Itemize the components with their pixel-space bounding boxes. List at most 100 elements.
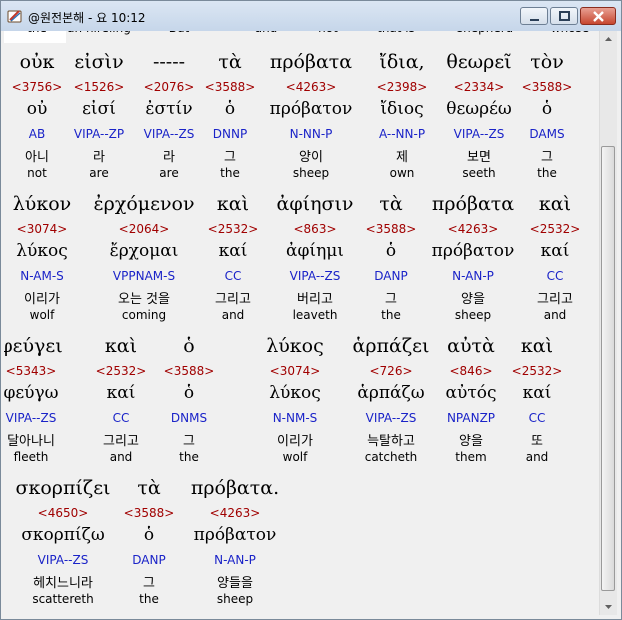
greek-word[interactable]: φεύγει bbox=[4, 335, 63, 357]
lemma: πρόβατον bbox=[431, 241, 515, 261]
parsing-code: VPPNAM-S bbox=[112, 269, 176, 283]
greek-word[interactable]: οὐκ bbox=[20, 51, 55, 73]
greek-word[interactable]: εἰσὶν bbox=[74, 51, 123, 73]
strong-number[interactable]: <1526> bbox=[74, 80, 125, 94]
korean-gloss: 양을 bbox=[461, 292, 485, 307]
scroll-down-button[interactable] bbox=[600, 598, 617, 615]
strong-number[interactable]: <2532> bbox=[530, 222, 581, 236]
greek-word[interactable]: πρόβατα bbox=[432, 193, 514, 215]
greek-word[interactable]: ἁρπάζει bbox=[353, 335, 430, 357]
strong-number[interactable]: <5343> bbox=[6, 364, 57, 378]
strong-number[interactable]: <3588> bbox=[205, 80, 256, 94]
greek-word[interactable]: πρόβατα. bbox=[191, 477, 279, 499]
lemma: καί bbox=[106, 383, 136, 403]
strong-number[interactable]: <846> bbox=[449, 364, 492, 378]
lemma: καί bbox=[540, 241, 570, 261]
greek-word[interactable]: τὰ bbox=[137, 477, 160, 499]
strong-number[interactable]: <4263> bbox=[210, 506, 261, 520]
strong-number[interactable]: <3588> bbox=[366, 222, 417, 236]
scroll-thumb[interactable] bbox=[601, 146, 615, 591]
lemma: ὁ bbox=[224, 99, 236, 119]
greek-word[interactable]: καὶ bbox=[105, 335, 137, 357]
greek-word[interactable]: πρόβατα bbox=[270, 51, 352, 73]
english-gloss: and bbox=[255, 31, 278, 35]
english-gloss: are bbox=[159, 166, 179, 180]
strong-number[interactable]: <863> bbox=[293, 222, 336, 236]
lemma: θεωρέω bbox=[446, 99, 512, 119]
lemma: ὁ bbox=[541, 99, 553, 119]
lemma: σκορπίζω bbox=[21, 525, 105, 545]
english-gloss: and bbox=[109, 450, 133, 464]
parsing-code: VIPA--ZP bbox=[73, 127, 125, 141]
parsing-code: DANP bbox=[374, 269, 408, 283]
strong-number[interactable]: <2532> bbox=[208, 222, 259, 236]
scroll-up-button[interactable] bbox=[600, 31, 617, 48]
strong-number[interactable]: <3588> bbox=[124, 506, 175, 520]
greek-word[interactable]: τὸν bbox=[530, 51, 564, 73]
greek-word[interactable]: ὁ bbox=[183, 335, 194, 357]
close-button[interactable] bbox=[580, 7, 616, 25]
lemma: ἴδιος bbox=[380, 99, 424, 119]
strong-number[interactable]: <3588> bbox=[522, 80, 573, 94]
english-gloss: the bbox=[27, 31, 47, 35]
strong-number[interactable]: <2532> bbox=[512, 364, 563, 378]
greek-word[interactable]: θεωρεῖ bbox=[446, 51, 511, 73]
maximize-button[interactable] bbox=[550, 7, 578, 25]
lemma: πρόβατον bbox=[193, 525, 277, 545]
greek-word[interactable]: λύκος bbox=[266, 335, 324, 357]
lemma: ἐστίν bbox=[145, 99, 193, 119]
greek-word[interactable]: καὶ bbox=[539, 193, 571, 215]
lemma: πρόβατον bbox=[269, 99, 353, 119]
english-gloss: coming bbox=[121, 308, 167, 322]
greek-word[interactable]: σκορπίζει bbox=[16, 477, 111, 499]
korean-gloss: 달아나니 bbox=[7, 434, 55, 449]
english-gloss: the bbox=[537, 166, 557, 180]
greek-word[interactable]: ἴδια, bbox=[379, 51, 424, 73]
parsing-code: CC bbox=[528, 411, 546, 425]
strong-number[interactable]: <4263> bbox=[286, 80, 337, 94]
parsing-code: A--NN-P bbox=[378, 127, 426, 141]
lemma: καί bbox=[218, 241, 248, 261]
strong-number[interactable]: <2334> bbox=[454, 80, 505, 94]
greek-word[interactable]: καὶ bbox=[217, 193, 249, 215]
greek-word[interactable]: λύκον bbox=[13, 193, 71, 215]
vertical-scrollbar[interactable] bbox=[599, 31, 617, 615]
korean-gloss: 그 bbox=[385, 292, 397, 307]
title-bar[interactable]: @원전본해 - 요 10:12 bbox=[1, 1, 621, 31]
minimize-icon bbox=[530, 19, 539, 21]
strong-number[interactable]: <4650> bbox=[38, 506, 89, 520]
greek-word[interactable]: τὰ bbox=[379, 193, 402, 215]
lemma: ὁ bbox=[385, 241, 397, 261]
greek-word[interactable]: καὶ bbox=[521, 335, 553, 357]
app-book-icon[interactable] bbox=[7, 8, 23, 24]
strong-number[interactable]: <4263> bbox=[448, 222, 499, 236]
english-gloss: are bbox=[89, 166, 109, 180]
korean-gloss: 라 bbox=[93, 150, 105, 165]
greek-word[interactable]: ----- bbox=[153, 51, 185, 73]
strong-number[interactable]: <3074> bbox=[270, 364, 321, 378]
greek-word[interactable]: αὐτὰ bbox=[447, 335, 495, 357]
strong-number[interactable]: <2532> bbox=[96, 364, 147, 378]
korean-gloss: 아니 bbox=[25, 150, 49, 165]
parsing-code: N-AN-P bbox=[214, 553, 256, 567]
strong-number[interactable]: <3756> bbox=[12, 80, 63, 94]
strong-number[interactable]: <2064> bbox=[119, 222, 170, 236]
greek-word[interactable]: ἀφίησιν bbox=[277, 193, 354, 215]
korean-gloss: 그리고 bbox=[103, 434, 139, 449]
parsing-code: DNNP bbox=[212, 127, 248, 141]
english-gloss: the bbox=[139, 592, 159, 606]
strong-number[interactable]: <3074> bbox=[17, 222, 68, 236]
strong-number[interactable]: <2398> bbox=[377, 80, 428, 94]
korean-gloss: 그리고 bbox=[215, 292, 251, 307]
strong-number[interactable]: <2076> bbox=[144, 80, 195, 94]
english-gloss: scattereth bbox=[32, 592, 94, 606]
strong-number[interactable]: <726> bbox=[369, 364, 412, 378]
parsing-code: N-NN-P bbox=[289, 127, 333, 141]
strong-number[interactable]: <3588> bbox=[164, 364, 215, 378]
minimize-button[interactable] bbox=[520, 7, 548, 25]
english-gloss: leaveth bbox=[292, 308, 338, 322]
english-gloss: them bbox=[455, 450, 487, 464]
greek-word[interactable]: τὰ bbox=[218, 51, 241, 73]
lemma: ἁρπάζω bbox=[357, 383, 425, 403]
greek-word[interactable]: ἐρχόμενον bbox=[93, 193, 194, 215]
